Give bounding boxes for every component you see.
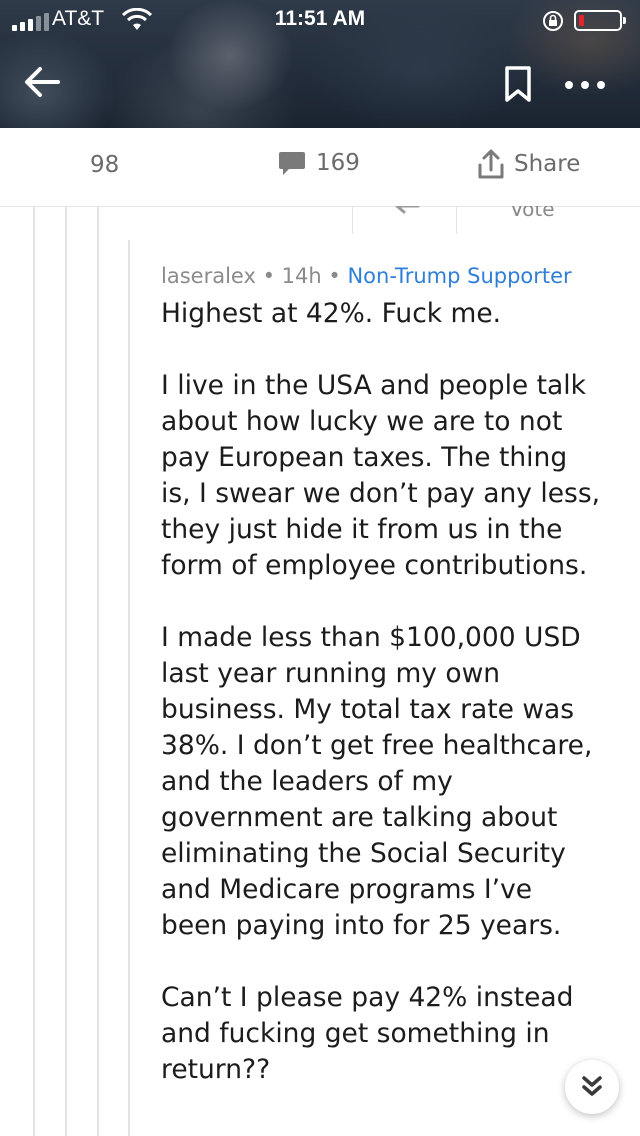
comment-meta: laseralex • 14h • Non-Trump Supporter (161, 264, 572, 288)
divider (456, 206, 457, 234)
comment-age: 14h (281, 264, 322, 288)
vote-count[interactable]: 98 (90, 152, 119, 178)
more-options-icon[interactable] (560, 70, 610, 100)
share-label: Share (514, 151, 581, 177)
comment-bubble-icon (279, 152, 305, 175)
comments-button[interactable]: 169 (278, 150, 360, 176)
reply-icon[interactable] (392, 206, 422, 220)
comment-body: Highest at 42%. Fuck me. I live in the U… (161, 296, 621, 1088)
thread-line (97, 207, 99, 1136)
thread-line (33, 207, 35, 1136)
meta-separator: • (262, 264, 275, 288)
comment-author[interactable]: laseralex (161, 264, 256, 288)
share-icon (478, 149, 504, 179)
previous-comment-actions: ••• Vote (250, 206, 610, 234)
post-header: AT&T 11:51 AM (0, 0, 640, 128)
back-arrow-icon[interactable] (20, 60, 64, 104)
comment-paragraph: I live in the USA and people talk about … (161, 370, 601, 581)
post-action-bar: 98 169 Share (0, 128, 640, 207)
vote-button[interactable]: Vote (510, 206, 555, 221)
comment-paragraph: Highest at 42%. Fuck me. (161, 298, 502, 329)
divider (352, 206, 353, 234)
battery-icon (574, 10, 626, 31)
status-bar: AT&T 11:51 AM (0, 0, 640, 40)
bookmark-icon[interactable] (502, 64, 534, 104)
comment-paragraph: I made less than $100,000 USD last year … (161, 622, 593, 941)
share-button[interactable]: Share (476, 148, 580, 180)
comment-paragraph: Can’t I please pay 42% instead and fucki… (161, 982, 574, 1085)
double-chevron-down-icon (582, 1076, 602, 1096)
meta-separator: • (328, 264, 341, 288)
thread-line (128, 240, 130, 1136)
comment-count: 169 (316, 150, 360, 176)
next-comment-button[interactable] (565, 1060, 619, 1114)
user-flair: Non-Trump Supporter (347, 264, 572, 288)
thread-line (65, 207, 67, 1136)
rotation-lock-icon (543, 11, 563, 31)
more-options-icon[interactable]: ••• (288, 206, 333, 217)
